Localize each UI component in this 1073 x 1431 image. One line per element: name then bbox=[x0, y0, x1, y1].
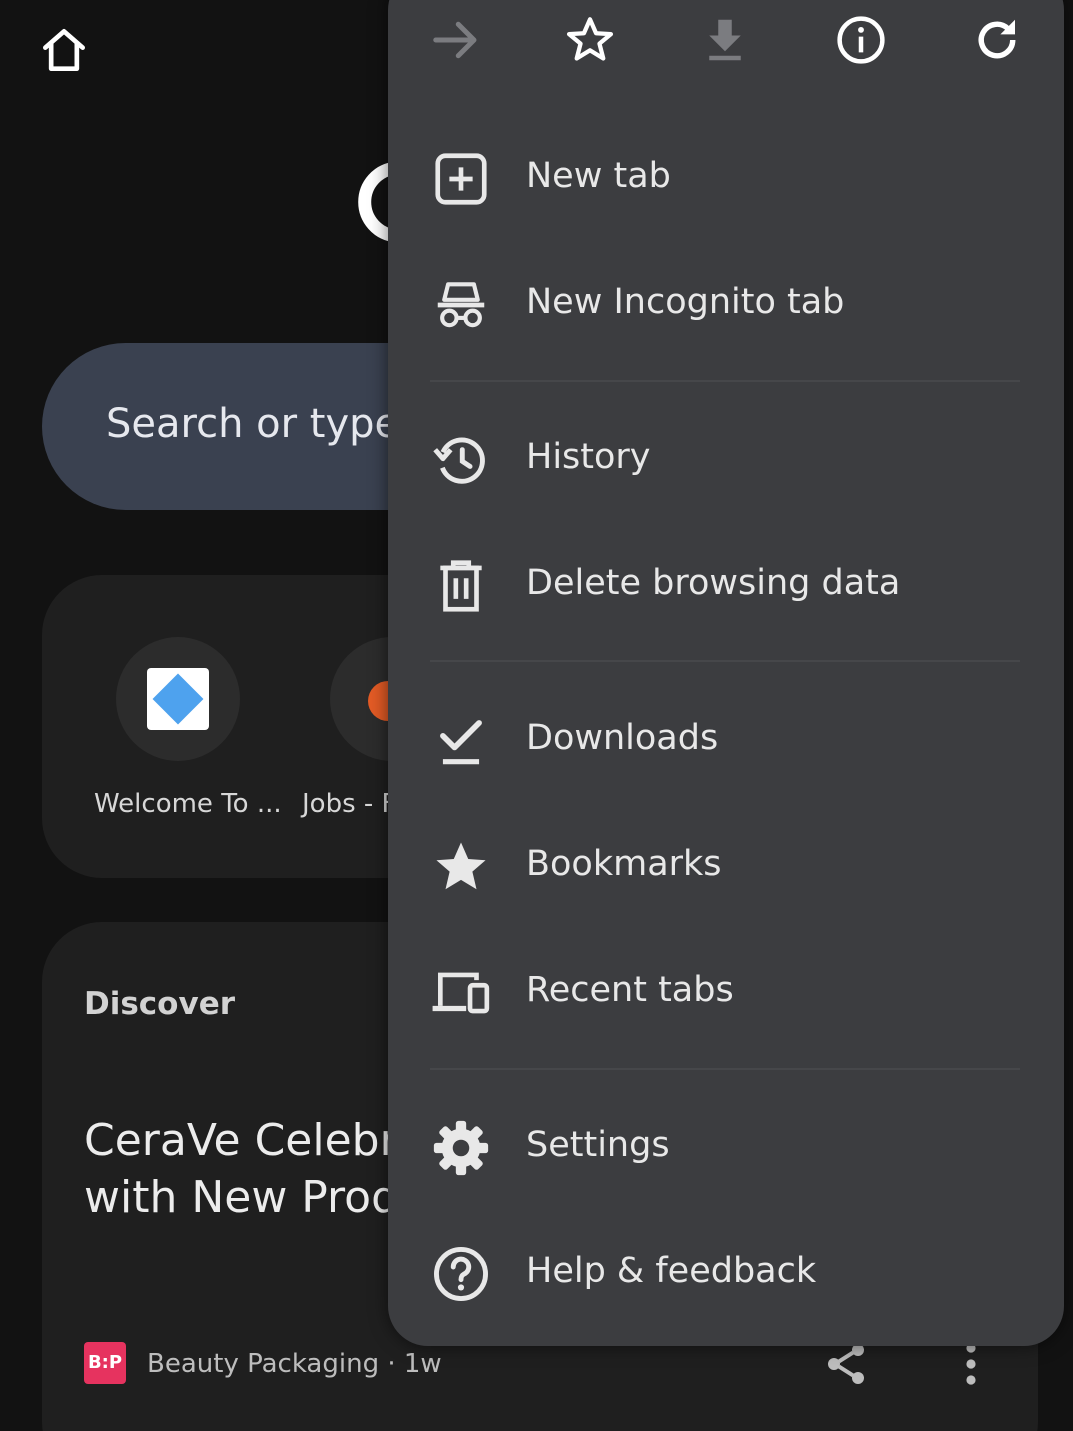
help-icon bbox=[430, 1243, 492, 1305]
menu-item-downloads[interactable]: Downloads bbox=[388, 680, 1064, 800]
shortcut-label-1: Welcome To ... bbox=[94, 789, 282, 819]
forward-arrow-icon bbox=[433, 21, 477, 59]
forward-button[interactable] bbox=[416, 0, 496, 80]
menu-item-label: Bookmarks bbox=[526, 844, 722, 884]
shortcut-tile-1[interactable] bbox=[116, 637, 240, 761]
menu-item-new-incognito-tab[interactable]: New Incognito tab bbox=[388, 244, 1064, 364]
article-title[interactable]: CeraVe Celebra with New Prod bbox=[84, 1112, 424, 1226]
star-filled-icon bbox=[430, 836, 492, 898]
menu-item-label: History bbox=[526, 437, 651, 477]
menu-item-help-feedback[interactable]: Help & feedback bbox=[388, 1213, 1064, 1333]
downloads-check-icon bbox=[430, 710, 492, 772]
menu-item-label: New Incognito tab bbox=[526, 282, 845, 322]
home-icon bbox=[43, 29, 85, 71]
history-icon bbox=[430, 429, 492, 491]
menu-item-label: New tab bbox=[526, 156, 671, 196]
star-outline-icon bbox=[566, 17, 614, 61]
menu-item-label: Delete browsing data bbox=[526, 563, 901, 603]
menu-toolbar bbox=[388, 0, 1064, 110]
devices-icon bbox=[430, 962, 492, 1024]
menu-item-label: Settings bbox=[526, 1125, 670, 1165]
menu-item-settings[interactable]: Settings bbox=[388, 1087, 1064, 1207]
download-icon bbox=[709, 19, 741, 61]
source-favicon: B:P bbox=[84, 1342, 126, 1384]
gear-icon bbox=[430, 1117, 492, 1179]
site-favicon bbox=[147, 668, 209, 730]
menu-item-label: Help & feedback bbox=[526, 1251, 817, 1291]
menu-item-new-tab[interactable]: New tab bbox=[388, 118, 1064, 238]
download-page-button[interactable] bbox=[685, 0, 765, 80]
bookmark-page-button[interactable] bbox=[550, 0, 630, 80]
info-icon bbox=[837, 16, 885, 64]
menu-item-history[interactable]: History bbox=[388, 399, 1064, 519]
menu-item-label: Recent tabs bbox=[526, 970, 734, 1010]
menu-item-bookmarks[interactable]: Bookmarks bbox=[388, 806, 1064, 926]
discover-heading: Discover bbox=[84, 986, 236, 1022]
menu-item-label: Downloads bbox=[526, 718, 719, 758]
menu-divider bbox=[430, 1068, 1020, 1070]
page-info-button[interactable] bbox=[821, 0, 901, 80]
search-placeholder: Search or type bbox=[106, 401, 400, 447]
more-vert-icon[interactable] bbox=[954, 1340, 988, 1388]
trash-icon bbox=[430, 555, 492, 617]
reload-button[interactable] bbox=[957, 0, 1037, 80]
plus-box-icon bbox=[430, 148, 492, 210]
article-source: Beauty Packaging · 1w bbox=[147, 1349, 442, 1379]
menu-item-delete-browsing-data[interactable]: Delete browsing data bbox=[388, 525, 1064, 645]
menu-item-recent-tabs[interactable]: Recent tabs bbox=[388, 932, 1064, 1052]
overflow-menu: New tab New Incognito tab History Delete… bbox=[388, 0, 1064, 1346]
shortcut-label-2: Jobs - F bbox=[302, 789, 397, 819]
refresh-icon bbox=[978, 19, 1016, 59]
home-button[interactable] bbox=[36, 22, 92, 78]
menu-divider bbox=[430, 660, 1020, 662]
incognito-icon bbox=[430, 274, 492, 336]
menu-divider bbox=[430, 380, 1020, 382]
share-icon[interactable] bbox=[822, 1340, 870, 1388]
